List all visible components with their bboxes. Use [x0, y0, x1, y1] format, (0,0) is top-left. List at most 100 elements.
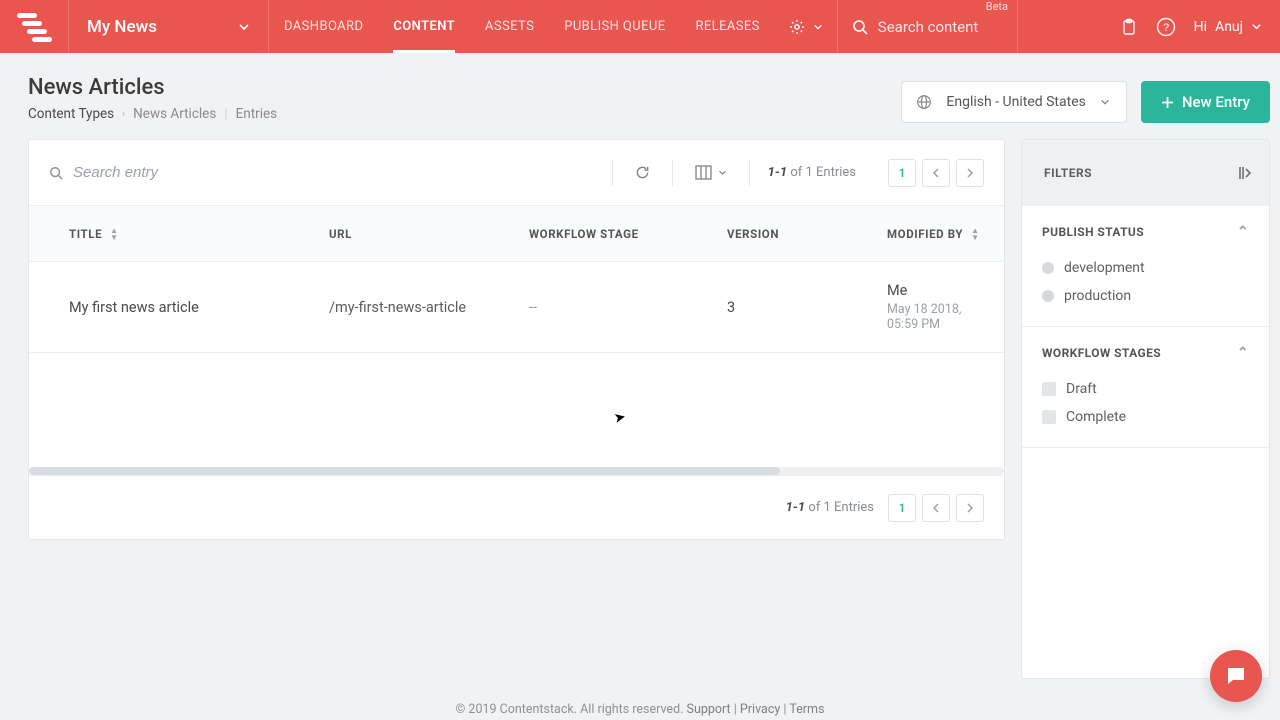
- pagination-info: 1-1 of 1 Entries: [768, 165, 856, 180]
- status-dot-icon: [1042, 262, 1054, 274]
- chevron-up-icon: ⌃: [1237, 224, 1249, 240]
- page-header-row: News Articles Content Types › News Artic…: [0, 53, 1280, 123]
- new-entry-button[interactable]: New Entry: [1141, 81, 1270, 123]
- filter-option-draft[interactable]: Draft: [1042, 375, 1249, 403]
- separator: |: [224, 106, 227, 122]
- filters-header: FILTERS: [1022, 140, 1269, 206]
- chevron-right-icon: [966, 168, 974, 178]
- nav-releases[interactable]: RELEASES: [681, 0, 775, 53]
- search-placeholder: Search content: [878, 18, 979, 36]
- stack-selector[interactable]: My News: [68, 0, 269, 53]
- nav-settings[interactable]: [775, 0, 838, 53]
- globe-icon: [916, 94, 932, 110]
- filters-title: FILTERS: [1044, 166, 1092, 180]
- search-icon: [49, 166, 63, 180]
- user-menu[interactable]: Hi Anuj: [1194, 19, 1262, 35]
- checkbox-icon: [1042, 410, 1056, 424]
- clipboard-button[interactable]: [1120, 18, 1138, 36]
- entry-search: [49, 164, 612, 181]
- entries-panel: 1-1 of 1 Entries 1 TITLE ▲▼: [28, 139, 1005, 540]
- page-actions: English - United States New Entry: [901, 81, 1270, 123]
- language-picker[interactable]: English - United States: [901, 81, 1126, 123]
- table-footer: 1-1 of 1 Entries 1: [29, 475, 1004, 539]
- chat-icon: [1224, 664, 1248, 688]
- chat-launcher[interactable]: [1210, 650, 1262, 702]
- page-prev[interactable]: [922, 494, 950, 522]
- breadcrumb: Content Types › News Articles | Entries: [28, 106, 277, 122]
- chevron-left-icon: [932, 168, 940, 178]
- col-version[interactable]: VERSION: [727, 227, 887, 241]
- page-of: of 1 Entries: [790, 165, 856, 180]
- help-button[interactable]: ?: [1156, 17, 1176, 37]
- filter-option-production[interactable]: production: [1042, 282, 1249, 310]
- language-label: English - United States: [946, 94, 1085, 110]
- checkbox-icon: [1042, 382, 1056, 396]
- scroll-thumb[interactable]: [29, 467, 780, 475]
- footer-support-link[interactable]: Support: [687, 702, 731, 717]
- search-entry-input[interactable]: [73, 164, 373, 181]
- col-workflow-stage[interactable]: WORKFLOW STAGE: [529, 227, 727, 241]
- refresh-button[interactable]: [631, 161, 654, 184]
- filters-collapse-button[interactable]: [1237, 165, 1253, 181]
- crumb-mid[interactable]: News Articles: [133, 106, 216, 122]
- pager: 1: [888, 159, 984, 187]
- refresh-icon: [635, 165, 650, 180]
- brand-logo[interactable]: [0, 0, 68, 53]
- page-prev[interactable]: [922, 159, 950, 187]
- filter-section-toggle[interactable]: WORKFLOW STAGES ⌃: [1042, 345, 1249, 361]
- main-area: 1-1 of 1 Entries 1 TITLE ▲▼: [0, 123, 1280, 679]
- search-icon: [852, 19, 868, 35]
- footer: © 2019 Contentstack. All rights reserved…: [0, 702, 1280, 717]
- page-current[interactable]: 1: [888, 159, 916, 187]
- chevron-down-icon: [1251, 21, 1262, 32]
- crumb-root[interactable]: Content Types: [28, 106, 114, 122]
- plus-icon: [1161, 96, 1174, 109]
- nav-dashboard[interactable]: DASHBOARD: [269, 0, 378, 53]
- horizontal-scrollbar[interactable]: [29, 467, 1004, 475]
- chevron-right-icon: ›: [122, 109, 125, 120]
- chevron-down-icon: [238, 21, 250, 33]
- col-title[interactable]: TITLE ▲▼: [69, 227, 329, 241]
- app-header: Beta My News DASHBOARD CONTENT ASSETS PU…: [0, 0, 1280, 53]
- title-block: News Articles Content Types › News Artic…: [28, 75, 277, 122]
- table-row[interactable]: My first news article /my-first-news-art…: [29, 262, 1004, 353]
- filters-panel: FILTERS PUBLISH STATUS ⌃ development pro: [1021, 139, 1270, 679]
- user-name: Anuj: [1215, 19, 1243, 35]
- footer-terms-link[interactable]: Terms: [789, 702, 824, 717]
- page-current[interactable]: 1: [888, 494, 916, 522]
- help-icon: ?: [1156, 17, 1176, 37]
- filter-option-complete[interactable]: Complete: [1042, 403, 1249, 431]
- contentstack-logo-icon: [16, 11, 52, 43]
- table-header: TITLE ▲▼ URL WORKFLOW STAGE VERSION MODI…: [29, 206, 1004, 262]
- beta-badge: Beta: [986, 0, 1008, 13]
- footer-privacy-link[interactable]: Privacy: [740, 702, 780, 717]
- cell-version: 3: [727, 299, 887, 316]
- col-modified-by[interactable]: MODIFIED BY ▲▼: [887, 227, 984, 241]
- filter-option-development[interactable]: development: [1042, 254, 1249, 282]
- columns-button[interactable]: [691, 161, 731, 184]
- status-dot-icon: [1042, 290, 1054, 302]
- filter-section-toggle[interactable]: PUBLISH STATUS ⌃: [1042, 224, 1249, 240]
- collapse-right-icon: [1237, 165, 1253, 181]
- chevron-down-icon: [1100, 97, 1110, 107]
- page-next[interactable]: [956, 494, 984, 522]
- nav-publish-queue[interactable]: PUBLISH QUEUE: [549, 0, 680, 53]
- nav-assets[interactable]: ASSETS: [470, 0, 549, 53]
- crumb-leaf: Entries: [236, 106, 278, 122]
- pager-footer: 1: [888, 494, 984, 522]
- chevron-right-icon: [966, 503, 974, 513]
- page-next[interactable]: [956, 159, 984, 187]
- table-empty-area: [29, 353, 1004, 475]
- header-right: ? Hi Anuj: [1102, 0, 1280, 53]
- toolbar-controls: 1-1 of 1 Entries 1: [612, 159, 984, 187]
- stack-name: My News: [87, 17, 157, 37]
- col-url[interactable]: URL: [329, 227, 529, 241]
- nav-content[interactable]: CONTENT: [378, 0, 470, 53]
- chevron-down-icon: [813, 22, 823, 32]
- filter-publish-status: PUBLISH STATUS ⌃ development production: [1022, 206, 1269, 327]
- svg-text:?: ?: [1163, 22, 1169, 34]
- page-range: 1-1: [768, 165, 787, 180]
- chevron-up-icon: ⌃: [1237, 345, 1249, 361]
- cell-modified-at: May 18 2018, 05:59 PM: [887, 302, 984, 332]
- chevron-down-icon: [718, 168, 727, 177]
